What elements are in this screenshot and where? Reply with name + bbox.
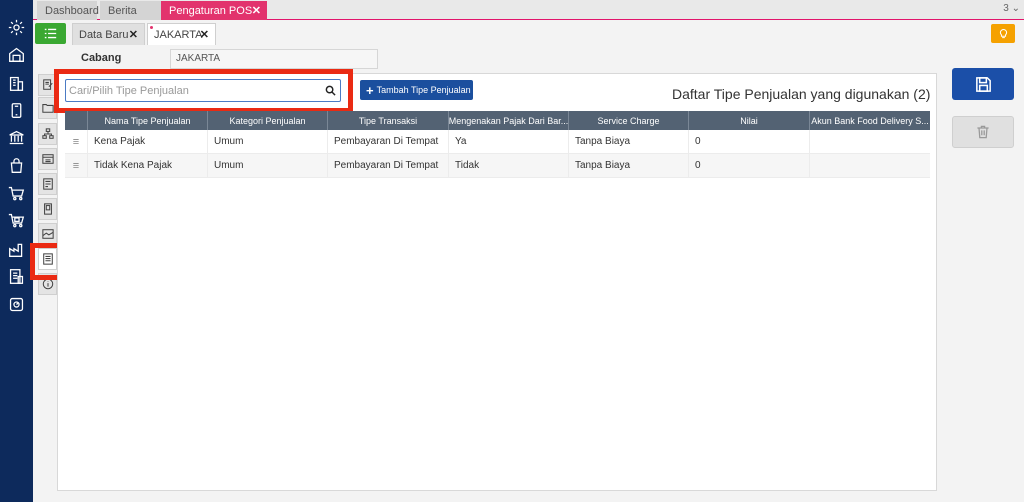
trash-icon [977,125,989,139]
cell-kategori: Umum [208,154,328,177]
menu-list-button[interactable] [35,23,66,44]
save-icon [975,76,991,92]
tab-label: Berita [108,4,137,17]
column-header-nilai[interactable]: Nilai [689,111,810,130]
sales-type-table: Nama Tipe Penjualan Kategori Penjualan T… [65,111,930,178]
subtab-label: JAKARTA [154,28,203,41]
main-nav-sidebar [0,0,33,502]
cell-kategori: Umum [208,130,328,153]
add-button-label: Tambah Tipe Penjualan [376,85,471,95]
shopping-bag-icon[interactable] [7,156,26,175]
tab-count-dropdown[interactable]: 3 ⌄ [1003,3,1020,14]
table-header: Nama Tipe Penjualan Kategori Penjualan T… [65,111,930,130]
cell-pajak: Tidak [449,154,569,177]
sidetab-list[interactable] [38,148,57,170]
table-row[interactable]: ≡ Kena Pajak Umum Pembayaran Di Tempat Y… [65,130,930,154]
column-header-akun-bank[interactable]: Akun Bank Food Delivery S... [810,111,930,130]
mobile-device-icon[interactable] [7,101,26,120]
delivery-cart-icon[interactable] [7,211,26,230]
factory-icon[interactable] [7,240,26,259]
cell-nama: Kena Pajak [88,130,208,153]
cell-tipe-transaksi: Pembayaran Di Tempat [328,154,449,177]
column-header-pajak[interactable]: Mengenakan Pajak Dari Bar... [449,111,569,130]
tab-pengaturan-pos[interactable]: Pengaturan POS ✕ [161,1,267,20]
cell-pajak: Ya [449,130,569,153]
subtab-label: Data Baru [79,28,129,41]
cell-akun-bank [810,154,930,177]
sidetab-image[interactable] [38,223,57,245]
cell-nilai: 0 [689,154,810,177]
building-icon[interactable] [7,74,26,93]
sub-tab-bar: Data Baru ✕ JAKARTA ✕ [33,21,1024,45]
add-sales-type-button[interactable]: + Tambah Tipe Penjualan [360,80,473,100]
sidetab-book[interactable] [38,198,57,220]
subtab-data-baru[interactable]: Data Baru ✕ [72,23,145,45]
warehouse-icon[interactable] [7,45,26,64]
cabang-label: Cabang [81,52,122,64]
cell-nilai: 0 [689,130,810,153]
drag-handle-icon[interactable]: ≡ [65,130,88,153]
column-header-service-charge[interactable]: Service Charge [569,111,689,130]
drag-handle-icon[interactable]: ≡ [65,154,88,177]
tab-label: Pengaturan POS [169,4,253,17]
close-icon[interactable]: ✕ [129,28,138,41]
cell-tipe-transaksi: Pembayaran Di Tempat [328,130,449,153]
column-header-tipe-transaksi[interactable]: Tipe Transaksi [328,111,449,130]
subtab-jakarta[interactable]: JAKARTA ✕ [147,23,216,45]
lightbulb-help-button[interactable] [991,24,1015,43]
save-button[interactable] [952,68,1014,100]
shopping-cart-icon[interactable] [7,184,26,203]
sidetab-receipt[interactable] [38,173,57,195]
cabang-field[interactable]: JAKARTA [170,49,378,69]
list-title: Daftar Tipe Penjualan yang digunakan (2) [672,86,931,102]
sidetab-hierarchy[interactable] [38,123,57,145]
highlight-box-search [54,69,353,113]
top-tab-bar: Dashboard Berita ✕ Pengaturan POS ✕ 3 ⌄ [33,0,1024,20]
cell-service-charge: Tanpa Biaya [569,154,689,177]
close-icon[interactable]: ✕ [200,28,209,41]
column-header-drag [65,111,88,130]
delete-button[interactable] [952,116,1014,148]
report-icon[interactable] [7,267,26,286]
cell-service-charge: Tanpa Biaya [569,130,689,153]
plus-icon: + [366,82,374,98]
tab-dashboard[interactable]: Dashboard [37,1,99,20]
column-header-nama[interactable]: Nama Tipe Penjualan [88,111,208,130]
dashboard-chart-icon[interactable] [7,295,26,314]
settings-gear-icon[interactable] [7,18,26,37]
unsaved-indicator [150,26,153,29]
tab-label: Dashboard [45,4,99,17]
column-header-kategori[interactable]: Kategori Penjualan [208,111,328,130]
cell-akun-bank [810,130,930,153]
table-row[interactable]: ≡ Tidak Kena Pajak Umum Pembayaran Di Te… [65,154,930,178]
close-icon[interactable]: ✕ [252,4,261,17]
bank-icon[interactable] [7,128,26,147]
cell-nama: Tidak Kena Pajak [88,154,208,177]
